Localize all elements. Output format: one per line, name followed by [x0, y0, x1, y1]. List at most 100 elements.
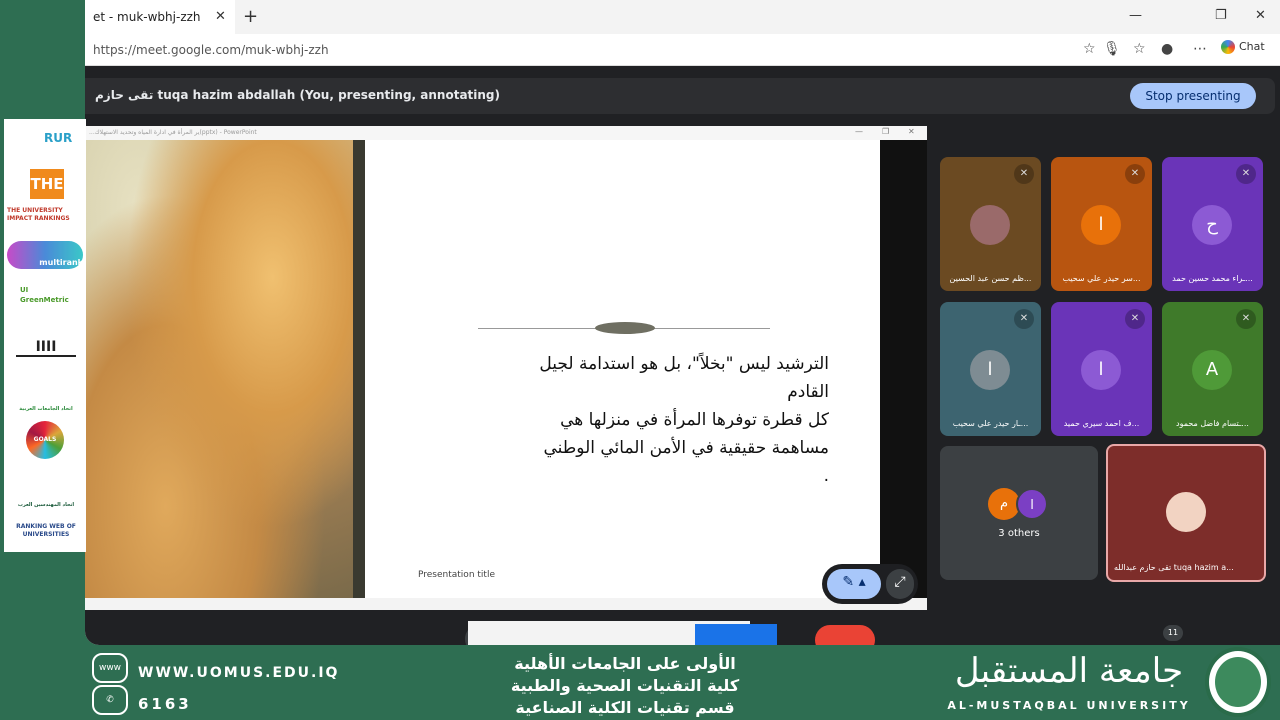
- avatar: ا: [1081, 350, 1121, 390]
- slide-line-1: الترشيد ليس "بخلاً"، بل هو استدامة لجيل …: [539, 354, 829, 402]
- logo-the-impact: THE UNIVERSITY IMPACT RANKINGS: [7, 207, 70, 222]
- avatar: A: [1192, 350, 1232, 390]
- ppt-minimize-icon[interactable]: —: [855, 127, 863, 136]
- favorites-icon[interactable]: ☆: [1133, 41, 1146, 57]
- self-tile[interactable]: تقى حازم عبدالله tuqa hazim a...: [1106, 444, 1266, 582]
- meet-stage: تقى حازم tuqa hazim abdallah (You, prese…: [85, 66, 1280, 645]
- logo-building: IIII: [16, 339, 76, 357]
- mic-off-icon: ✕: [1236, 164, 1256, 184]
- flower-photo: [85, 140, 353, 598]
- slide-footer: Presentation title: [418, 570, 495, 580]
- more-icon[interactable]: ⋯: [1193, 41, 1207, 57]
- logo-multirank: multirank: [7, 241, 83, 269]
- footer-line-1: الأولى على الجامعات الأهلية: [514, 654, 736, 673]
- participant-name: ...ـار حيدر علي سحيب: [952, 419, 1029, 428]
- mic-off-icon: ✕: [1125, 309, 1145, 329]
- participant-tile[interactable]: ✕ ا ...ف احمد سيري حميد: [1051, 302, 1152, 436]
- photo-border: [353, 140, 365, 598]
- participant-count-badge: 11: [1163, 625, 1183, 641]
- ppt-maximize-icon[interactable]: ❐: [882, 127, 889, 136]
- phone-icon: ✆: [92, 685, 128, 715]
- www-icon: www: [92, 653, 128, 683]
- mic-off-icon: ✕: [1125, 164, 1145, 184]
- logo-sdg-goals: GOALS: [26, 421, 64, 459]
- footer-line-3: قسم تقنيات الكلية الصناعية: [515, 698, 735, 717]
- participant-tile[interactable]: ✕ ...ظم حسن عبد الحسين: [940, 157, 1041, 291]
- logo-the: THE: [30, 169, 64, 199]
- close-window-icon[interactable]: ✕: [1255, 8, 1266, 23]
- logo-rur: RUR: [44, 131, 73, 145]
- tab-title: et - muk-wbhj-zzh: [93, 10, 201, 24]
- mic-off-icon: ✕: [1014, 309, 1034, 329]
- slide-line-2: كل قطرة توفرها المرأة في منزلها هي مساهم…: [543, 410, 829, 458]
- presenter-name: تقى حازم tuqa hazim abdallah (You, prese…: [95, 88, 501, 102]
- others-tile[interactable]: م ا 3 others: [940, 446, 1098, 580]
- self-name: تقى حازم عبدالله tuqa hazim a...: [1114, 563, 1234, 572]
- phone-number: 6163: [138, 695, 192, 713]
- participant-name: ...ـتسام فاضل محمود: [1176, 419, 1249, 428]
- ppt-status-bar: [85, 598, 927, 610]
- minimize-icon[interactable]: —: [1129, 8, 1142, 23]
- footer-line-2: كلية التقنيات الصحية والطبية: [510, 676, 740, 695]
- url-field[interactable]: https://meet.google.com/muk-wbhj-zzh: [93, 43, 329, 57]
- chat-button[interactable]: Chat: [1221, 40, 1265, 54]
- mic-off-icon: ✕: [1014, 164, 1034, 184]
- copilot-icon: [1221, 40, 1235, 54]
- address-bar: https://meet.google.com/muk-wbhj-zzh ☆ 🎙…: [85, 34, 1280, 66]
- ppt-title-bar: ...ير المرأة في ادارة المياه وتحديد الاس…: [85, 126, 927, 140]
- stop-presenting-button[interactable]: Stop presenting: [1130, 83, 1256, 109]
- slide-body: الترشيد ليس "بخلاً"، بل هو استدامة لجيل …: [525, 350, 829, 490]
- tab-bar: et - muk-wbhj-zzh ✕ + — ❐ ✕: [85, 0, 1280, 34]
- mic-icon[interactable]: 🎙: [1103, 41, 1121, 57]
- avatar: [970, 205, 1010, 245]
- university-logo-english: AL-MUSTAQBAL UNIVERSITY: [947, 699, 1191, 712]
- powerpoint-window: ...ير المرأة في ادارة المياه وتحديد الاس…: [85, 126, 927, 610]
- avatar: ح: [1192, 205, 1232, 245]
- ppt-close-icon[interactable]: ✕: [908, 127, 915, 136]
- presenting-bar: تقى حازم tuqa hazim abdallah (You, prese…: [85, 78, 1275, 114]
- profile-icon[interactable]: ●: [1161, 41, 1173, 57]
- university-logo-arabic: جامعة المستقبل: [954, 651, 1184, 691]
- browser-window: et - muk-wbhj-zzh ✕ + — ❐ ✕ https://meet…: [85, 0, 1280, 645]
- college-info: الأولى على الجامعات الأهلية كلية التقنيا…: [430, 653, 820, 719]
- slide-line-3: .: [823, 466, 829, 486]
- logo-arab-universities: اتحاد الجامعات العربية: [19, 406, 73, 412]
- ppt-side-panel: [880, 140, 927, 598]
- logo-arab-engineers: اتحاد المهندسين العرب: [17, 502, 75, 508]
- participant-tile[interactable]: ✕ A ...ـتسام فاضل محمود: [1162, 302, 1263, 436]
- participant-name: ...ف احمد سيري حميد: [1063, 419, 1140, 428]
- popup-button[interactable]: [695, 624, 777, 645]
- ranking-logos: RUR THE THE UNIVERSITY IMPACT RANKINGS m…: [4, 119, 86, 552]
- new-tab-icon[interactable]: +: [243, 6, 258, 27]
- participant-tile[interactable]: ✕ ح ...ـراء محمد حسين حمد: [1162, 157, 1263, 291]
- star-icon[interactable]: ☆: [1083, 41, 1096, 57]
- leave-call-button[interactable]: [815, 625, 875, 645]
- others-label: 3 others: [998, 528, 1040, 539]
- avatar: [1166, 492, 1206, 532]
- avatar: ا: [970, 350, 1010, 390]
- seal-inner: [1215, 657, 1261, 707]
- maximize-icon[interactable]: ❐: [1215, 8, 1227, 23]
- participant-name: ...ظم حسن عبد الحسين: [949, 274, 1032, 283]
- chat-label: Chat: [1239, 40, 1265, 53]
- tab-close-icon[interactable]: ✕: [215, 9, 226, 24]
- slide: الترشيد ليس "بخلاً"، بل هو استدامة لجيل …: [85, 140, 880, 598]
- tab-meet[interactable]: et - muk-wbhj-zzh ✕: [85, 0, 235, 34]
- participant-tile[interactable]: ✕ ا ...سر حيدر علي سحيب: [1051, 157, 1152, 291]
- logo-greenmetric: UI GreenMetric: [20, 286, 69, 304]
- participant-name: ...ـراء محمد حسين حمد: [1172, 274, 1253, 283]
- participant-tile[interactable]: ✕ ا ...ـار حيدر علي سحيب: [940, 302, 1041, 436]
- university-website[interactable]: WWW.UOMUS.EDU.IQ: [138, 665, 339, 681]
- avatar: ا: [1016, 488, 1048, 520]
- annotation-toolbar: ✎ ▴ ⤢: [822, 564, 918, 604]
- avatar: ا: [1081, 205, 1121, 245]
- expand-icon[interactable]: ⤢: [886, 569, 914, 599]
- meet-controls: 11: [85, 621, 1280, 645]
- university-seal-icon: [1205, 647, 1271, 717]
- participant-name: ...سر حيدر علي سحيب: [1062, 274, 1141, 283]
- university-footer: www WWW.UOMUS.EDU.IQ ✆ 6163 الأولى على ا…: [0, 645, 1280, 720]
- pen-icon[interactable]: ✎ ▴: [827, 569, 881, 599]
- feather-icon: [595, 322, 655, 334]
- ppt-title: ...ير المرأة في ادارة المياه وتحديد الاس…: [89, 129, 257, 136]
- logo-webometrics: RANKING WEB OF UNIVERSITIES: [16, 523, 76, 538]
